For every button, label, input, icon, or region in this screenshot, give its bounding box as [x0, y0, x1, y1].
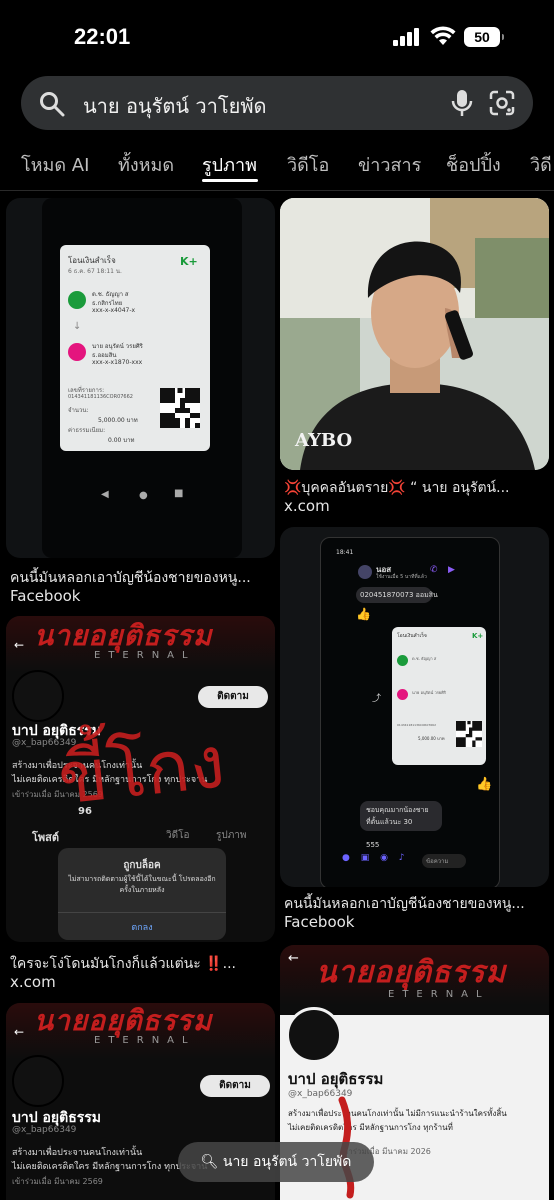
search-bar[interactable]: นาย อนุรัตน์ วาโยพัด [21, 76, 533, 130]
transfer-slip: โอนเงินสำเร็จ K+ ด.ช. ธัญญา ส นาย อนุรัต… [392, 627, 486, 765]
tab-all[interactable]: ทั้งหมด [118, 150, 174, 179]
tab-videos-2[interactable]: วิดี [530, 150, 552, 179]
gsb-bank-icon [68, 343, 86, 361]
call-icon: ✆ [430, 565, 438, 575]
search-icon: 🔍︎ [200, 1154, 219, 1170]
android-back-icon: ◀ [101, 489, 109, 500]
qr-code [160, 388, 200, 428]
thumbs-up-icon: 👍 [356, 607, 371, 621]
result-source[interactable]: Facebook [284, 913, 354, 931]
search-input[interactable]: นาย อนุรัตน์ วาโยพัด [83, 90, 267, 122]
avatar [12, 670, 64, 722]
image-result-1[interactable]: โอนเงินสำเร็จ 6 ธ.ค. 67 18:11 น. K+ ด.ช.… [6, 198, 275, 558]
kplus-logo: K+ [180, 255, 198, 268]
transfer-slip: โอนเงินสำเร็จ 6 ธ.ค. 67 18:11 น. K+ ด.ช.… [60, 245, 210, 451]
cellular-signal-icon [393, 28, 419, 46]
tab-news[interactable]: ข่าวสาร [358, 150, 421, 179]
share-icon: ⤴ [372, 694, 382, 704]
avatar [12, 1055, 64, 1107]
android-home-icon: ● [139, 490, 148, 501]
qr-code [456, 721, 482, 747]
kasikorn-bank-icon [68, 291, 86, 309]
battery-icon: 50 [464, 27, 504, 47]
kasikorn-bank-icon [397, 655, 408, 666]
floating-search-pill[interactable]: 🔍︎ นาย อนุรัตน์ วาโยพัด [178, 1142, 374, 1182]
result-caption[interactable]: คนนี้มันหลอกเอาบัญชีน้องชายของหนู... [10, 567, 276, 589]
result-caption[interactable]: ใครจะโง่โดนมันโกงก็แล้วแต่นะ ‼️... [10, 953, 276, 975]
follow-button: ติดตาม [200, 1075, 270, 1097]
wifi-icon [430, 26, 456, 45]
blocked-dialog: ถูกบล็อค ไม่สามารถติดตามผู้ใช้นี้ได้ในขณ… [58, 848, 226, 940]
floating-search-text: นาย อนุรัตน์ วาโยพัด [222, 1154, 352, 1170]
thumbs-up-icon: 👍 [476, 777, 493, 792]
avatar [286, 1007, 342, 1063]
video-call-icon: ▶ [448, 565, 455, 575]
tab-ai-mode[interactable]: โหมด AI [21, 150, 89, 179]
active-tab-indicator [202, 179, 258, 182]
arrow-down-icon: ↓ [73, 321, 82, 332]
android-recents-icon: ■ [174, 488, 184, 499]
result-source[interactable]: x.com [284, 497, 330, 515]
image-result-2[interactable]: AYBO [280, 198, 549, 470]
back-arrow-icon: ← [14, 638, 25, 652]
back-arrow-icon: ← [288, 951, 299, 966]
microphone-icon[interactable] [451, 89, 473, 117]
profile-name: บาป อยุติธรรม [288, 1070, 384, 1088]
search-icon [40, 92, 65, 117]
result-caption[interactable]: 💢บุคคลอันตราย💢 “ นาย อนุรัตน์... [284, 477, 550, 499]
back-arrow-icon: ← [14, 1025, 25, 1039]
result-caption[interactable]: คนนี้มันหลอกเอาบัญชีน้องชายของหนู... [284, 893, 550, 915]
status-bar: 22:01 50 [0, 0, 554, 70]
search-tabs: โหมด AI ทั้งหมด รูปภาพ วิดีโอ ข่าวสาร ช็… [0, 140, 554, 191]
tab-shopping[interactable]: ช็อปปิ้ง [446, 150, 501, 179]
image-result-4[interactable]: 18:41 นอส ใช้งานเมื่อ 5 นาทีที่แล้ว ✆ ▶ … [280, 527, 549, 887]
image-result-3[interactable]: นายอยุติธรรม ETERNAL ← ติดตาม บาป อยุติธ… [6, 616, 275, 942]
result-source[interactable]: Facebook [10, 587, 80, 605]
composer-icons: ● ▣ ◉ ♪ [342, 853, 409, 863]
result-source[interactable]: x.com [10, 973, 56, 991]
red-scribble: ขี้โกง [54, 719, 229, 821]
tab-images[interactable]: รูปภาพ [202, 150, 257, 179]
gsb-bank-icon [397, 689, 408, 700]
chat-avatar [358, 565, 372, 579]
google-lens-icon[interactable] [489, 90, 515, 116]
tab-videos[interactable]: วิดีโอ [287, 150, 329, 179]
clock: 22:01 [74, 24, 131, 49]
shirt-print: AYBO [295, 430, 353, 451]
